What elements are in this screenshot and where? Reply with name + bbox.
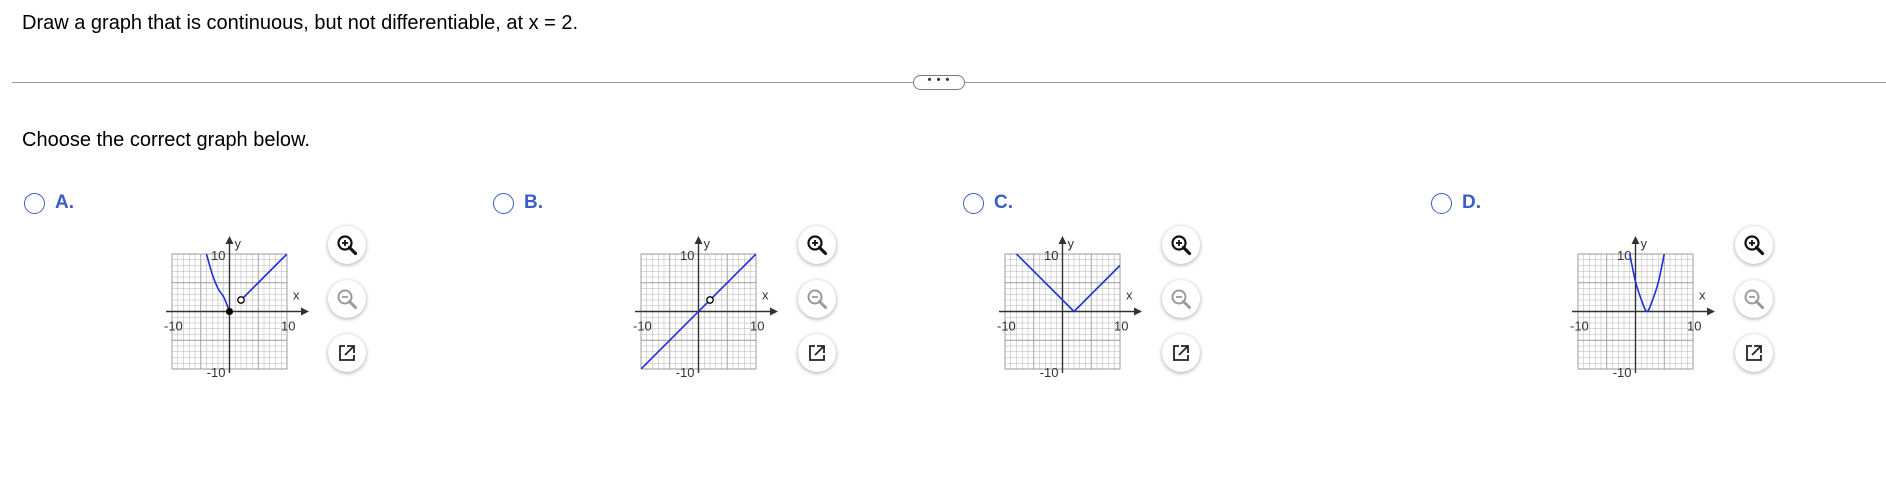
zoom-in-icon: [337, 235, 358, 256]
option-c-label: C.: [994, 192, 1013, 213]
x-tick-min: -10: [1570, 319, 1589, 334]
graph-a-zoom-in-button[interactable]: [328, 226, 366, 264]
graph-d-zoom-in-button[interactable]: [1735, 226, 1773, 264]
graph-b-zoom-in-button[interactable]: [798, 226, 836, 264]
graph-b-popout-button[interactable]: [798, 334, 836, 372]
x-tick-min: -10: [164, 319, 183, 334]
x-tick-min: -10: [633, 319, 652, 334]
y-axis-arrow: [1058, 236, 1067, 244]
option-c[interactable]: C.: [963, 192, 1013, 214]
option-b-radio[interactable]: [493, 192, 514, 214]
y-tick-max: 10: [211, 248, 225, 263]
graph-b-zoom-out-button[interactable]: [798, 280, 836, 318]
popout-icon: [1746, 345, 1762, 361]
y-axis-label: y: [235, 236, 242, 251]
x-axis-label: x: [293, 288, 300, 303]
x-tick-max: 10: [750, 319, 764, 334]
graph-a-popout-button[interactable]: [328, 334, 366, 372]
option-a[interactable]: A.: [24, 192, 74, 214]
open-point: [237, 296, 245, 304]
graph-d: yx10-10 10-10: [1570, 236, 1715, 380]
zoom-in-icon: [1171, 235, 1192, 256]
popout-icon: [809, 345, 825, 361]
option-b-label: B.: [524, 192, 543, 213]
graph-c: y x 10 -10 10 -10: [997, 236, 1142, 380]
x-axis-arrow: [301, 307, 309, 316]
popout-icon: [1173, 345, 1189, 361]
graph-b: y x 10 -10 10 -10: [633, 236, 778, 380]
x-tick-max: 10: [281, 319, 295, 334]
graph-d-popout-button[interactable]: [1735, 334, 1773, 372]
graph-a: y x 10 -10 10 -10: [164, 236, 309, 380]
y-tick-min: -10: [207, 365, 226, 380]
graph-c-popout-button[interactable]: [1162, 334, 1200, 372]
x-tick-max: 10: [1114, 319, 1128, 334]
option-d-label: D.: [1462, 192, 1481, 213]
option-a-radio[interactable]: [24, 192, 45, 214]
y-tick-min: -10: [676, 365, 695, 380]
x-axis-label: x: [762, 288, 769, 303]
instruction-text: Choose the correct graph below.: [22, 129, 310, 151]
y-axis-arrow: [225, 236, 234, 244]
question-text: Draw a graph that is continuous, but not…: [22, 12, 579, 34]
zoom-out-icon: [1171, 289, 1191, 309]
option-c-radio[interactable]: [963, 192, 984, 214]
x-axis-arrow: [770, 307, 778, 316]
popout-icon: [339, 345, 355, 361]
zoom-out-icon: [1744, 289, 1764, 309]
x-axis-arrow: [1134, 307, 1142, 316]
graph-a-zoom-out-button[interactable]: [328, 280, 366, 318]
graph-c-zoom-out-button[interactable]: [1162, 280, 1200, 318]
zoom-out-icon: [337, 289, 357, 309]
option-b[interactable]: B.: [493, 192, 543, 214]
y-axis-label: y: [1068, 236, 1075, 251]
y-tick-max: 10: [1044, 248, 1058, 263]
y-axis-arrow: [694, 236, 703, 244]
y-tick-max: 10: [680, 248, 694, 263]
zoom-in-icon: [1744, 235, 1765, 256]
closed-point: [225, 307, 234, 316]
x-tick-min: -10: [997, 319, 1016, 334]
option-a-label: A.: [55, 192, 74, 213]
y-axis-arrow: [1631, 236, 1640, 244]
x-tick-max: 10: [1687, 319, 1701, 334]
x-axis-label: x: [1126, 288, 1133, 303]
y-axis-label: y: [704, 236, 711, 251]
zoom-out-icon: [807, 289, 827, 309]
y-tick-min: -10: [1613, 365, 1632, 380]
y-axis-label: y: [1641, 236, 1648, 251]
graph-d-zoom-out-button[interactable]: [1735, 280, 1773, 318]
zoom-in-icon: [807, 235, 828, 256]
open-point: [706, 296, 714, 304]
option-d[interactable]: D.: [1431, 192, 1481, 214]
option-d-radio[interactable]: [1431, 192, 1452, 214]
x-axis-label: x: [1699, 288, 1706, 303]
graph-c-zoom-in-button[interactable]: [1162, 226, 1200, 264]
expand-button[interactable]: • • •: [913, 75, 965, 90]
y-tick-min: -10: [1040, 365, 1059, 380]
x-axis-arrow: [1707, 307, 1715, 316]
